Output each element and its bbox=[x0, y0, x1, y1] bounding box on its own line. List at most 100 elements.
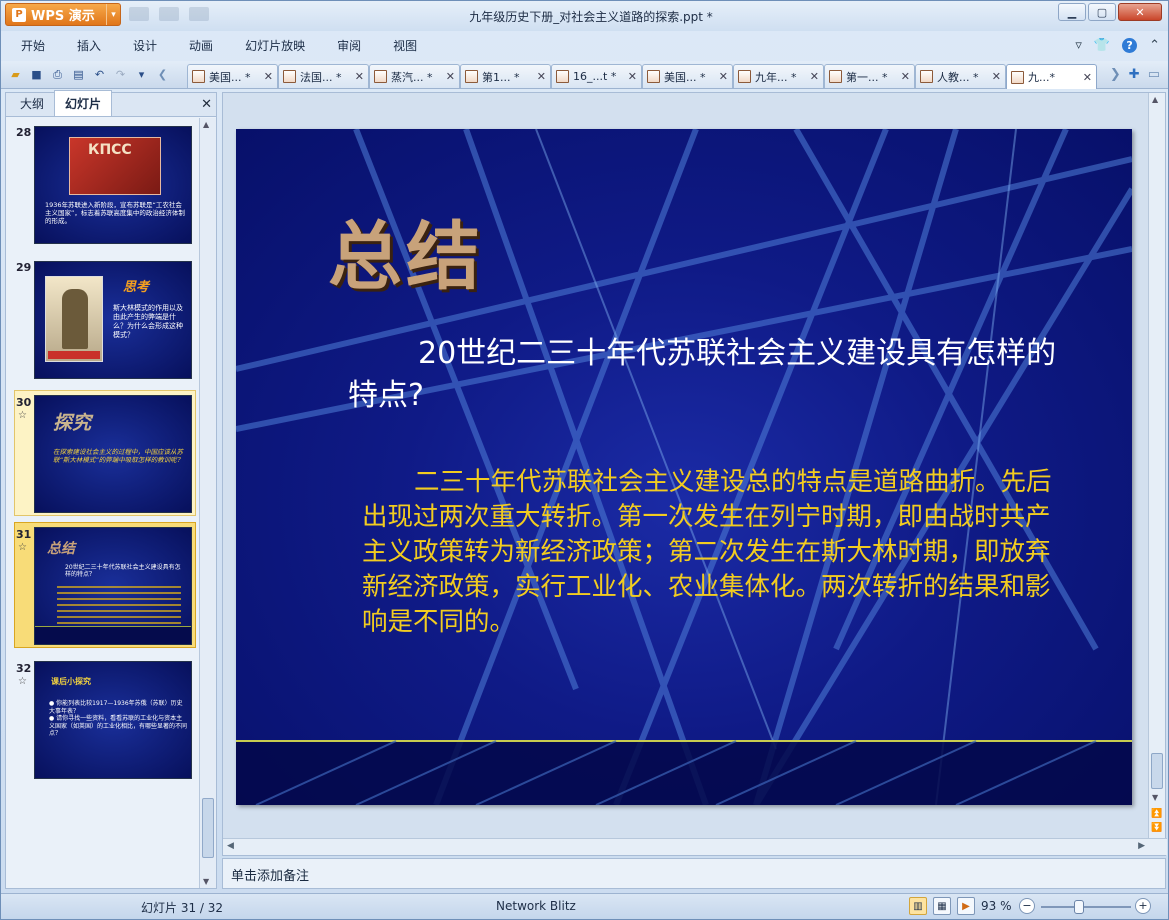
close-tab-icon[interactable]: ✕ bbox=[446, 70, 455, 83]
skin-icon[interactable]: 👕 bbox=[1094, 38, 1110, 53]
print-icon[interactable]: ⎙ bbox=[49, 66, 66, 83]
scroll-up-icon[interactable]: ▲ bbox=[1152, 95, 1158, 104]
doc-tab[interactable]: 九年... * ✕ bbox=[733, 64, 824, 88]
scroll-up-icon[interactable]: ▲ bbox=[203, 120, 209, 129]
normal-view-icon[interactable]: ▥ bbox=[909, 897, 927, 915]
scroll-thumb[interactable] bbox=[1151, 753, 1163, 789]
ppt-file-icon bbox=[829, 70, 842, 83]
minimize-button[interactable]: ▁ bbox=[1058, 3, 1086, 21]
slide-thumbnail-32[interactable]: 课后小探究 ● 你能列表比较1917—1936年苏俄（苏联）历史大事年表？ ● … bbox=[34, 661, 192, 779]
ppt-file-icon bbox=[556, 70, 569, 83]
doc-tab[interactable]: 美国... * ✕ bbox=[187, 64, 278, 88]
doc-tab-active[interactable]: 九...* ✕ bbox=[1006, 64, 1097, 89]
ppt-file-icon bbox=[920, 70, 933, 83]
preview-icon[interactable]: ▤ bbox=[70, 66, 87, 83]
menu-animation[interactable]: 动画 bbox=[173, 32, 229, 60]
thumb-text: 斯大林模式的作用以及由此产生的弊端是什么？为什么会形成这种模式？ bbox=[113, 304, 183, 339]
zoom-slider-knob[interactable] bbox=[1074, 900, 1084, 914]
thumb-number: 29 bbox=[16, 261, 32, 274]
slide-question-text[interactable]: 20世纪二三十年代苏联社会主义建设具有怎样的特点? bbox=[348, 333, 1068, 417]
notes-placeholder: 单击添加备注 bbox=[231, 869, 310, 884]
open-icon[interactable]: ▰ bbox=[7, 66, 24, 83]
maximize-button[interactable]: ▢ bbox=[1088, 3, 1116, 21]
scroll-right-icon[interactable]: ▶ bbox=[1138, 841, 1145, 851]
chevron-down-icon[interactable]: ▿ bbox=[1075, 38, 1082, 53]
help-icon[interactable]: ? bbox=[1122, 38, 1138, 53]
menu-review[interactable]: 审阅 bbox=[321, 32, 377, 60]
scroll-down-icon[interactable]: ▼ bbox=[1152, 793, 1158, 802]
tab-scroll-left-icon[interactable]: ❮ bbox=[154, 66, 171, 83]
vertical-scrollbar[interactable]: ▲ ▼ ⏫ ⏬ bbox=[1148, 93, 1165, 839]
slide-answer-text[interactable]: 二三十年代苏联社会主义建设总的特点是道路曲折。先后出现过两次重大转折。第一次发生… bbox=[362, 465, 1062, 640]
slide-pane: 大纲 幻灯片 ✕ 28 КПСС 1936年苏联进入新阶段，宣布苏联是“工农社会… bbox=[5, 90, 217, 889]
wps-logo-icon: P bbox=[12, 7, 26, 22]
doc-tab[interactable]: 16_...t * ✕ bbox=[551, 64, 642, 88]
close-tab-icon[interactable]: ✕ bbox=[537, 70, 546, 83]
menu-slideshow[interactable]: 幻灯片放映 bbox=[229, 32, 321, 60]
animation-star-icon: ☆ bbox=[18, 676, 27, 687]
menu-view[interactable]: 视图 bbox=[377, 32, 433, 60]
next-slide-icon[interactable]: ⏬ bbox=[1151, 823, 1162, 833]
close-tab-icon[interactable]: ✕ bbox=[719, 70, 728, 83]
close-tab-icon[interactable]: ✕ bbox=[628, 70, 637, 83]
doc-tab[interactable]: 法国... * ✕ bbox=[278, 64, 369, 88]
tab-slides[interactable]: 幻灯片 bbox=[54, 90, 113, 116]
zoom-level: 93 % bbox=[981, 899, 1012, 913]
close-button[interactable]: ✕ bbox=[1118, 3, 1162, 21]
animation-star-icon: ☆ bbox=[18, 410, 27, 421]
zoom-slider-track[interactable] bbox=[1041, 906, 1131, 908]
undo-icon[interactable]: ↶ bbox=[91, 66, 108, 83]
animation-star-icon: ☆ bbox=[18, 542, 27, 553]
chevron-up-icon[interactable]: ⌃ bbox=[1149, 38, 1160, 53]
close-tab-icon[interactable]: ✕ bbox=[992, 70, 1001, 83]
thumb-number: 30 bbox=[16, 396, 32, 409]
ppt-file-icon bbox=[1011, 70, 1024, 84]
scroll-thumb[interactable] bbox=[202, 798, 214, 858]
close-tab-icon[interactable]: ✕ bbox=[264, 70, 273, 83]
close-tab-icon[interactable]: ✕ bbox=[810, 70, 819, 83]
tab-scroll-right-icon[interactable]: ❯ bbox=[1110, 67, 1121, 82]
slide-thumbnail-29[interactable]: 思考 斯大林模式的作用以及由此产生的弊端是什么？为什么会形成这种模式？ bbox=[34, 261, 192, 379]
horizontal-scrollbar[interactable]: ◀ ▶ bbox=[223, 838, 1167, 855]
menu-home[interactable]: 开始 bbox=[1, 32, 61, 60]
doc-tab[interactable]: 美国... * ✕ bbox=[642, 64, 733, 88]
slide-title[interactable]: 总结 bbox=[328, 197, 484, 304]
prev-slide-icon[interactable]: ⏫ bbox=[1151, 809, 1162, 819]
slide-sorter-icon[interactable]: ▦ bbox=[933, 897, 951, 915]
scroll-down-icon[interactable]: ▼ bbox=[203, 877, 209, 886]
tab-navigation: ❯ ✚ ▭ bbox=[1110, 67, 1160, 82]
wps-menu-button[interactable]: P WPS 演示 ▾ bbox=[5, 3, 121, 26]
doc-tab[interactable]: 第一... * ✕ bbox=[824, 64, 915, 88]
pane-scrollbar[interactable]: ▲ ▼ bbox=[199, 118, 216, 888]
poster-image: КПСС bbox=[69, 137, 161, 195]
menu-insert[interactable]: 插入 bbox=[61, 32, 117, 60]
scroll-left-icon[interactable]: ◀ bbox=[227, 841, 234, 851]
redo-icon[interactable]: ↷ bbox=[112, 66, 129, 83]
save-icon[interactable]: ■ bbox=[28, 66, 45, 83]
tab-outline[interactable]: 大纲 bbox=[10, 91, 54, 116]
doc-tab[interactable]: 第1... * ✕ bbox=[460, 64, 551, 88]
close-tab-icon[interactable]: ✕ bbox=[1083, 71, 1092, 84]
slideshow-icon[interactable]: ▶ bbox=[957, 897, 975, 915]
zoom-out-button[interactable]: − bbox=[1019, 898, 1035, 914]
slide-canvas[interactable]: 总结 20世纪二三十年代苏联社会主义建设具有怎样的特点? 二三十年代苏联社会主义… bbox=[236, 129, 1132, 805]
close-tab-icon[interactable]: ✕ bbox=[355, 70, 364, 83]
chevron-down-icon: ▾ bbox=[106, 4, 120, 25]
thumb-title: 总结 bbox=[47, 541, 75, 557]
notes-pane[interactable]: 单击添加备注 bbox=[222, 858, 1166, 889]
menu-design[interactable]: 设计 bbox=[117, 32, 173, 60]
slide-thumbnail-31[interactable]: 总结 20世纪二三十年代苏联社会主义建设具有怎样的特点？ bbox=[34, 527, 192, 645]
close-tab-icon[interactable]: ✕ bbox=[901, 70, 910, 83]
thumb-title: 探究 bbox=[53, 412, 92, 434]
document-tabs: 美国... * ✕ 法国... * ✕ 蒸汽... * ✕ 第1... * ✕ 16_.… bbox=[187, 64, 1097, 89]
ppt-file-icon bbox=[647, 70, 660, 83]
new-tab-icon[interactable]: ✚ bbox=[1129, 67, 1140, 82]
dropdown-icon[interactable]: ▾ bbox=[133, 66, 150, 83]
doc-tab[interactable]: 蒸汽... * ✕ bbox=[369, 64, 460, 88]
doc-tab[interactable]: 人教... * ✕ bbox=[915, 64, 1006, 88]
zoom-in-button[interactable]: + bbox=[1135, 898, 1151, 914]
slide-thumbnail-28[interactable]: КПСС 1936年苏联进入新阶段，宣布苏联是“工农社会主义国家”，标志着苏联高… bbox=[34, 126, 192, 244]
tab-list-icon[interactable]: ▭ bbox=[1148, 67, 1160, 82]
slide-thumbnail-30[interactable]: 探究 在探索建设社会主义的过程中，中国应该从苏联“斯大林模式”的弊端中吸取怎样的… bbox=[34, 395, 192, 513]
close-icon[interactable]: ✕ bbox=[201, 97, 212, 112]
